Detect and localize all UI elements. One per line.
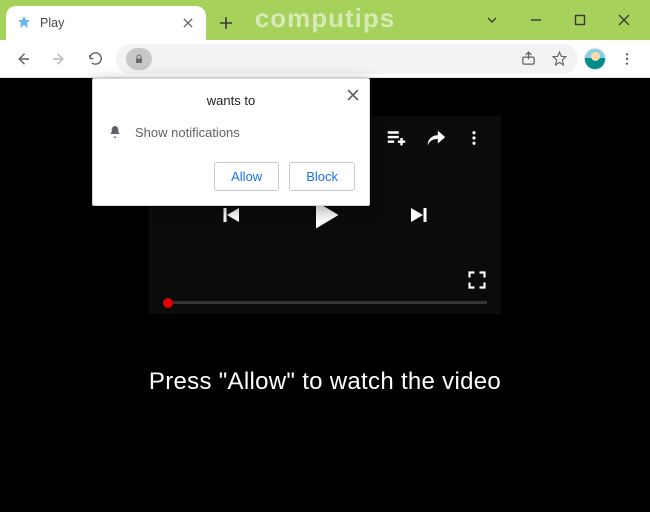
next-track-icon[interactable]	[407, 203, 431, 227]
fullscreen-icon[interactable]	[467, 270, 487, 290]
bell-icon	[107, 124, 123, 140]
profile-avatar[interactable]	[584, 48, 606, 70]
window-controls	[470, 0, 646, 40]
tab-title: Play	[40, 16, 180, 30]
player-more-icon[interactable]	[465, 129, 483, 147]
browser-tab[interactable]: Play	[6, 6, 206, 40]
bookmark-star-icon[interactable]	[551, 50, 568, 67]
allow-button[interactable]: Allow	[214, 162, 279, 191]
tab-close-icon[interactable]	[180, 15, 196, 31]
omnibox-actions	[520, 50, 568, 67]
share-arrow-icon[interactable]	[425, 127, 447, 149]
queue-add-icon[interactable]	[385, 127, 407, 149]
instruction-caption: Press "Allow" to watch the video	[0, 368, 650, 396]
dialog-permission-label: Show notifications	[135, 125, 240, 140]
player-bottom-bar	[163, 301, 487, 304]
forward-button[interactable]	[44, 44, 74, 74]
dialog-permission-row: Show notifications	[107, 124, 355, 140]
watermark-text: computips	[255, 3, 395, 34]
window-dropdown-icon[interactable]	[470, 5, 514, 35]
back-button[interactable]	[8, 44, 38, 74]
browser-toolbar	[0, 40, 650, 78]
dialog-close-icon[interactable]	[347, 89, 359, 101]
page-content: Press "Allow" to watch the video wants t…	[0, 78, 650, 512]
new-tab-button[interactable]	[212, 9, 240, 37]
tab-favicon	[16, 15, 32, 31]
window-close-icon[interactable]	[602, 5, 646, 35]
block-button[interactable]: Block	[289, 162, 355, 191]
window-maximize-icon[interactable]	[558, 5, 602, 35]
dialog-origin-text: wants to	[107, 93, 355, 108]
reload-button[interactable]	[80, 44, 110, 74]
window-minimize-icon[interactable]	[514, 5, 558, 35]
window-titlebar: computips Play	[0, 0, 650, 40]
progress-bar[interactable]	[163, 301, 487, 304]
share-icon[interactable]	[520, 50, 537, 67]
dialog-actions: Allow Block	[107, 162, 355, 191]
address-bar[interactable]	[116, 44, 578, 74]
previous-track-icon[interactable]	[219, 203, 243, 227]
browser-menu-icon[interactable]	[612, 44, 642, 74]
site-info-lock-icon[interactable]	[126, 48, 152, 70]
notification-permission-dialog: wants to Show notifications Allow Block	[92, 78, 370, 206]
